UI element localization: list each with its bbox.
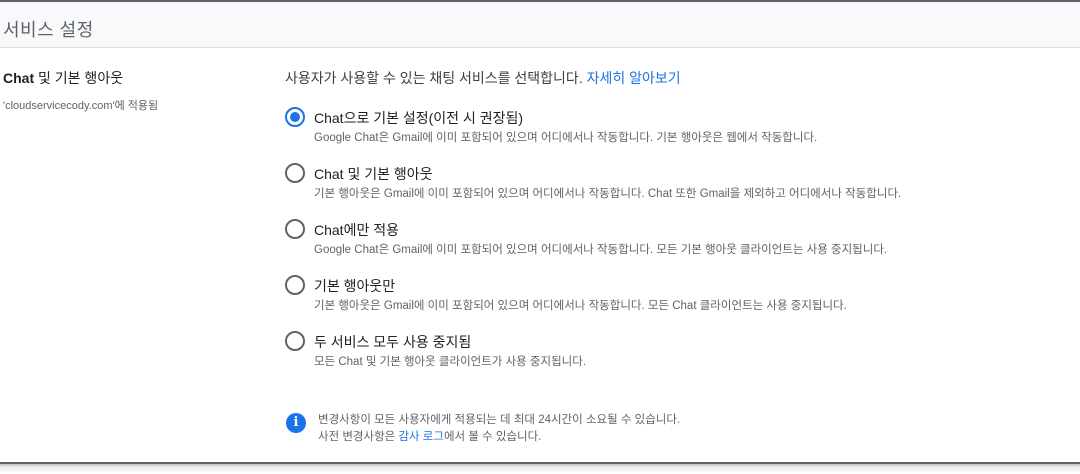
setting-title-rest: 및 기본 행아웃 <box>34 70 124 86</box>
setting-summary: Chat 및 기본 행아웃 'cloudservicecody.com'에 적용… <box>3 68 263 113</box>
info-line-1: 변경사항이 모든 사용자에게 적용되는 데 최대 24시간이 소요될 수 있습니… <box>318 414 681 426</box>
applied-domain: 'cloudservicecody.com'에 적용됨 <box>3 100 159 112</box>
bottom-divider <box>0 462 1080 464</box>
info-line-2-prefix: 사전 변경사항은 <box>318 431 399 443</box>
setting-title: Chat 및 기본 행아웃 <box>3 68 263 88</box>
setting-options-panel: 사용자가 사용할 수 있는 채팅 서비스를 선택합니다. 자세히 알아보기 Ch… <box>285 68 1065 368</box>
option-label[interactable]: Chat 및 기본 행아웃 <box>314 164 433 184</box>
option-description: 모든 Chat 및 기본 행아웃 클라이언트가 사용 중지됩니다. <box>314 356 587 368</box>
audit-log-link[interactable]: 감사 로그 <box>398 431 444 443</box>
info-line-2-suffix: 에서 볼 수 있습니다. <box>443 431 542 443</box>
radio-both-off[interactable] <box>285 331 305 351</box>
radio-chat-only[interactable] <box>285 219 305 239</box>
intro-text: 사용자가 사용할 수 있는 채팅 서비스를 선택합니다. 자세히 알아보기 <box>285 68 1065 88</box>
option-label[interactable]: 두 서비스 모두 사용 중지됨 <box>314 332 471 352</box>
page-title: 서비스 설정 <box>3 20 94 40</box>
info-text: 변경사항이 모든 사용자에게 적용되는 데 최대 24시간이 소요될 수 있습니… <box>318 412 680 446</box>
option-description: 기본 행아웃은 Gmail에 이미 포함되어 있으며 어디에서나 작동합니다. … <box>314 300 847 312</box>
setting-title-bold: Chat <box>3 70 35 86</box>
intro-description: 사용자가 사용할 수 있는 채팅 서비스를 선택합니다. <box>285 70 583 86</box>
radio-chat-and-classic[interactable] <box>285 163 305 183</box>
radio-chat-preferred[interactable] <box>285 107 305 127</box>
radio-classic-only[interactable] <box>285 275 305 295</box>
option-description: 기본 행아웃은 Gmail에 이미 포함되어 있으며 어디에서나 작동합니다. … <box>314 188 902 200</box>
option-description: Google Chat은 Gmail에 이미 포함되어 있으며 어디에서나 작동… <box>314 244 888 256</box>
page-header: 서비스 설정 <box>0 2 1080 48</box>
option-description: Google Chat은 Gmail에 이미 포함되어 있으며 어디에서나 작동… <box>314 132 818 144</box>
info-icon: i <box>286 413 306 433</box>
learn-more-link[interactable]: 자세히 알아보기 <box>587 70 681 86</box>
option-label[interactable]: 기본 행아웃만 <box>314 276 395 296</box>
option-label[interactable]: Chat에만 적용 <box>314 220 399 240</box>
option-label[interactable]: Chat으로 기본 설정(이전 시 권장됨) <box>314 108 523 128</box>
info-line-2: 사전 변경사항은 감사 로그에서 볼 수 있습니다. <box>318 429 680 446</box>
